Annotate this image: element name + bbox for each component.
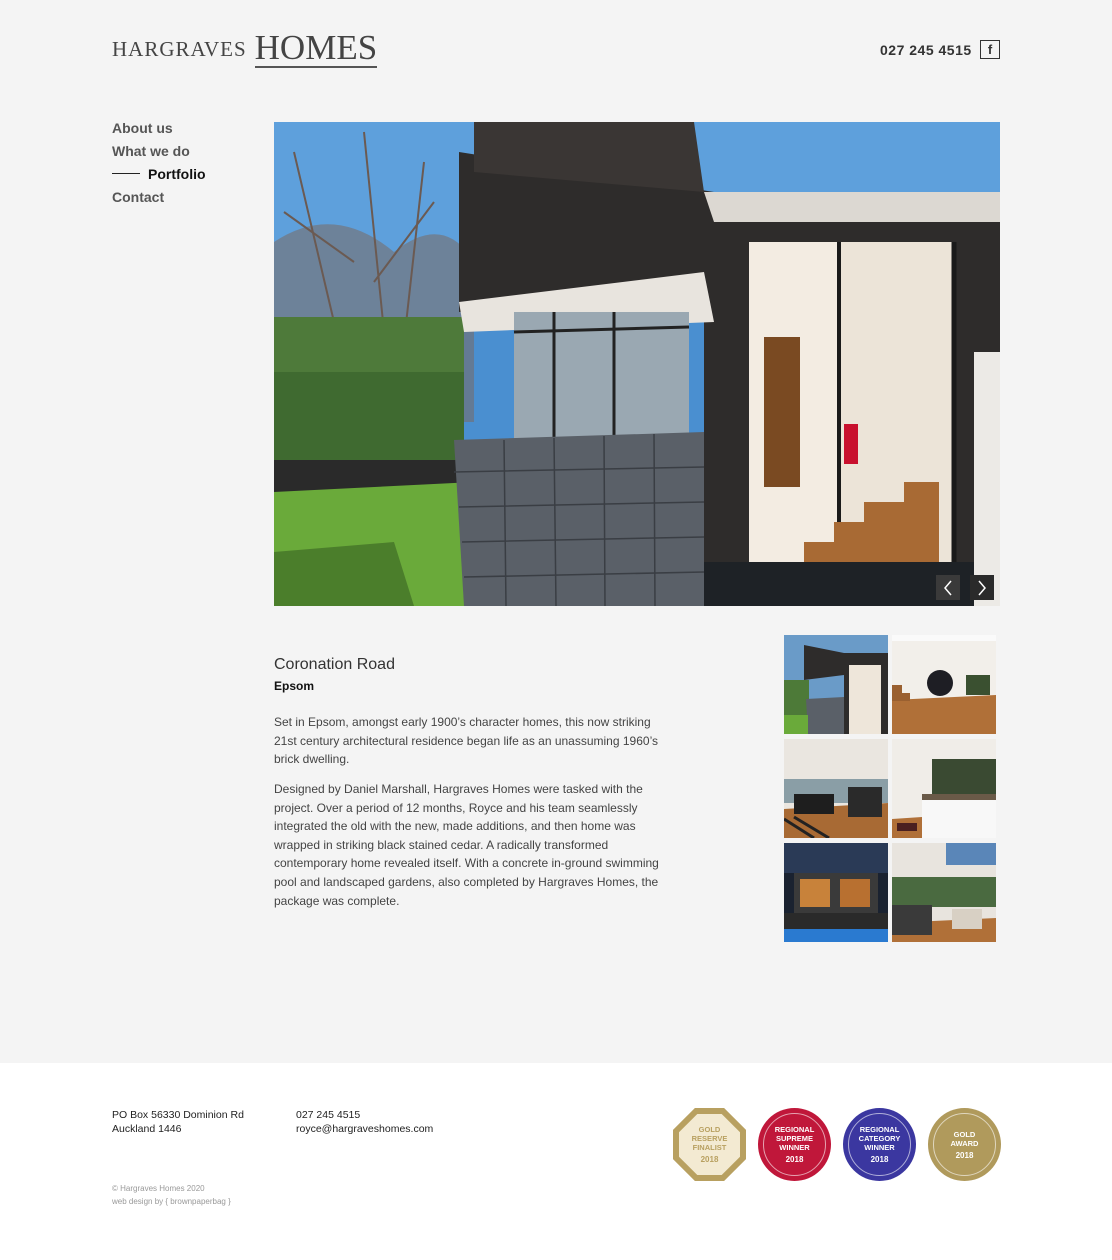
chevron-left-icon — [944, 580, 952, 595]
nav-item-portfolio[interactable]: Portfolio — [112, 162, 206, 185]
nav-item-about[interactable]: About us — [112, 116, 206, 139]
active-indicator — [112, 172, 140, 175]
project-title: Coronation Road — [274, 656, 395, 673]
footer-credits: © Hargraves Homes 2020 web design by { b… — [112, 1182, 231, 1208]
header-phone[interactable]: 027 245 4515 — [880, 42, 972, 58]
badge-line: WINNER — [864, 1143, 895, 1152]
badge-line: SUPREME — [775, 1134, 814, 1143]
nav-label: About us — [112, 119, 173, 136]
badge-year: 2018 — [785, 1155, 804, 1164]
award-badge: GOLD AWARD 2018 — [928, 1108, 1001, 1181]
copyright: © Hargraves Homes 2020 — [112, 1184, 205, 1193]
badge-line: CATEGORY — [858, 1134, 901, 1143]
gallery-prev-button[interactable] — [936, 575, 960, 600]
gallery-thumbnail[interactable] — [892, 635, 996, 734]
facebook-icon[interactable]: f — [980, 40, 1000, 59]
footer-email[interactable]: royce@hargraveshomes.com — [296, 1123, 433, 1137]
chevron-right-icon — [978, 580, 986, 595]
badge-line: AWARD — [950, 1138, 979, 1148]
badge-line: FINALIST — [692, 1143, 727, 1152]
gallery-thumbnail[interactable] — [784, 635, 888, 734]
gallery-thumbnail[interactable] — [892, 739, 996, 838]
project-description-paragraph: Set in Epsom, amongst early 1900’s chara… — [274, 715, 659, 767]
nav-label: What we do — [112, 142, 190, 159]
nav-item-what-we-do[interactable]: What we do — [112, 139, 206, 162]
badge-line: GOLD — [698, 1125, 721, 1134]
hero-image — [274, 122, 1000, 606]
logo-text-homes: HOMES — [254, 28, 378, 68]
footer-phone[interactable]: 027 245 4515 — [296, 1109, 433, 1123]
gallery-thumbnail[interactable] — [784, 843, 888, 942]
gallery-next-button[interactable] — [970, 575, 994, 600]
address-line: PO Box 56330 Dominion Rd — [112, 1109, 244, 1121]
project-suburb: Epsom — [274, 679, 315, 693]
nav-label: Contact — [112, 188, 165, 205]
badge-line: WINNER — [779, 1143, 810, 1152]
gallery-thumbnail[interactable] — [892, 843, 996, 942]
footer-address: PO Box 56330 Dominion Rd Auckland 1446 — [112, 1109, 244, 1136]
award-badge: REGIONAL CATEGORY WINNER 2018 — [843, 1108, 916, 1181]
main-nav: About us What we do Portfolio Contact — [112, 116, 206, 208]
gallery-thumbnail[interactable] — [784, 739, 888, 838]
badge-year: 2018 — [955, 1150, 974, 1160]
badge-line: REGIONAL — [859, 1125, 900, 1134]
badge-line: GOLD — [953, 1129, 976, 1139]
badge-year: 2018 — [870, 1155, 889, 1164]
footer-contact: 027 245 4515 royce@hargraveshomes.com — [296, 1109, 433, 1136]
badge-year: 2018 — [700, 1155, 719, 1164]
badge-line: RESERVE — [691, 1134, 728, 1143]
site-logo[interactable]: HARGRAVES HOMES — [112, 28, 378, 68]
design-credit[interactable]: web design by { brownpaperbag } — [112, 1195, 231, 1208]
award-badge: REGIONAL SUPREME WINNER 2018 — [758, 1108, 831, 1181]
logo-text-hargraves: HARGRAVES — [112, 37, 247, 61]
badge-line: REGIONAL — [774, 1125, 815, 1134]
address-line: Auckland 1446 — [112, 1122, 182, 1135]
nav-item-contact[interactable]: Contact — [112, 185, 206, 208]
nav-label: Portfolio — [148, 165, 206, 182]
project-description-paragraph: Designed by Daniel Marshall, Hargraves H… — [274, 782, 659, 908]
